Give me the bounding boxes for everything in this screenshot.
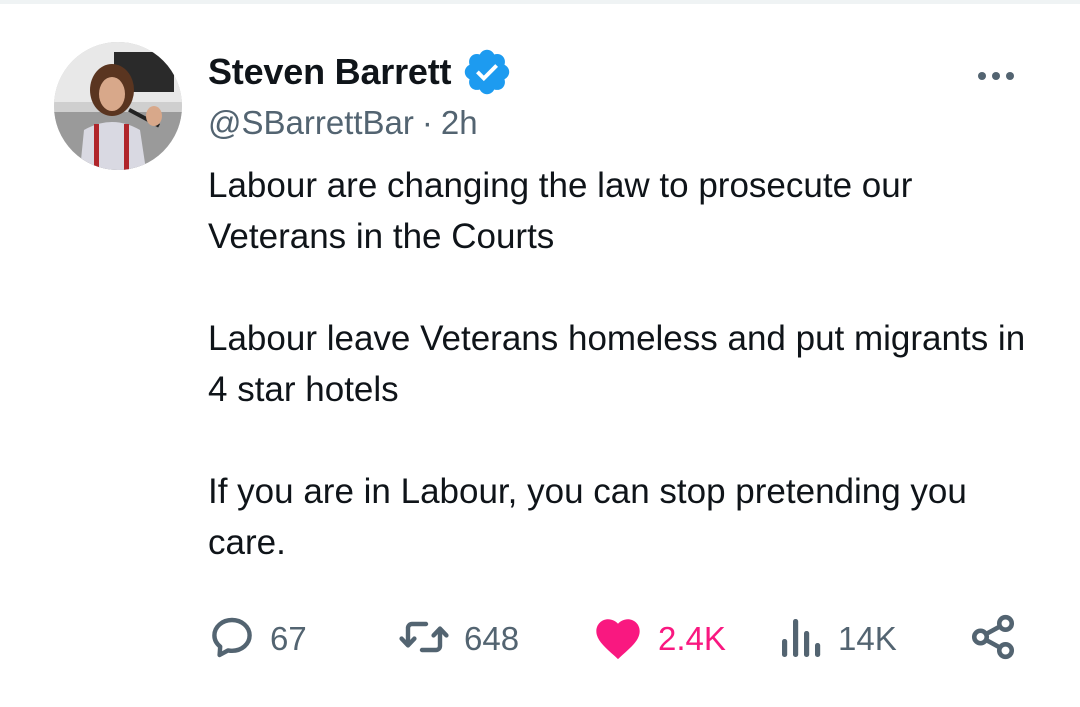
more-dot-icon xyxy=(978,72,986,80)
tweet-text: Labour are changing the law to prosecute… xyxy=(208,160,1038,568)
tweet-paragraph: Labour are changing the law to prosecute… xyxy=(208,166,913,256)
verified-badge-icon xyxy=(461,46,513,98)
reply-icon xyxy=(208,613,256,666)
views-button[interactable]: 14K xyxy=(778,612,897,666)
more-dot-icon xyxy=(1006,72,1014,80)
views-icon xyxy=(778,613,824,666)
heart-icon xyxy=(592,613,644,666)
more-dot-icon xyxy=(992,72,1000,80)
tweet-card[interactable]: Steven Barrett @SBarrettBar · 2h Labour ar… xyxy=(0,0,1080,707)
repost-icon xyxy=(398,613,450,666)
tweet-paragraph: If you are in Labour, you can stop prete… xyxy=(208,472,967,562)
share-button[interactable] xyxy=(968,612,1018,666)
views-count: 14K xyxy=(838,620,897,657)
tweet-timestamp[interactable]: 2h xyxy=(441,104,478,141)
share-icon xyxy=(968,612,1018,667)
repost-count: 648 xyxy=(464,620,520,657)
reply-count: 67 xyxy=(270,620,307,657)
author-name-row[interactable]: Steven Barrett xyxy=(208,48,513,96)
author-display-name[interactable]: Steven Barrett xyxy=(208,51,451,93)
avatar-photo xyxy=(54,42,182,170)
more-options-button[interactable] xyxy=(968,58,1024,94)
like-button[interactable]: 2.4K xyxy=(592,612,726,666)
like-count: 2.4K xyxy=(658,620,726,657)
handle-separator: · xyxy=(421,104,433,141)
tweet-paragraph: Labour leave Veterans homeless and put m… xyxy=(208,319,1026,409)
avatar[interactable] xyxy=(54,42,182,170)
handle-row: @SBarrettBar · 2h xyxy=(208,104,478,142)
repost-button[interactable]: 648 xyxy=(398,612,519,666)
reply-button[interactable]: 67 xyxy=(208,612,307,666)
tweet-actions-bar: 67 648 2.4K 14K xyxy=(208,612,1028,666)
author-handle[interactable]: @SBarrettBar xyxy=(208,104,414,141)
